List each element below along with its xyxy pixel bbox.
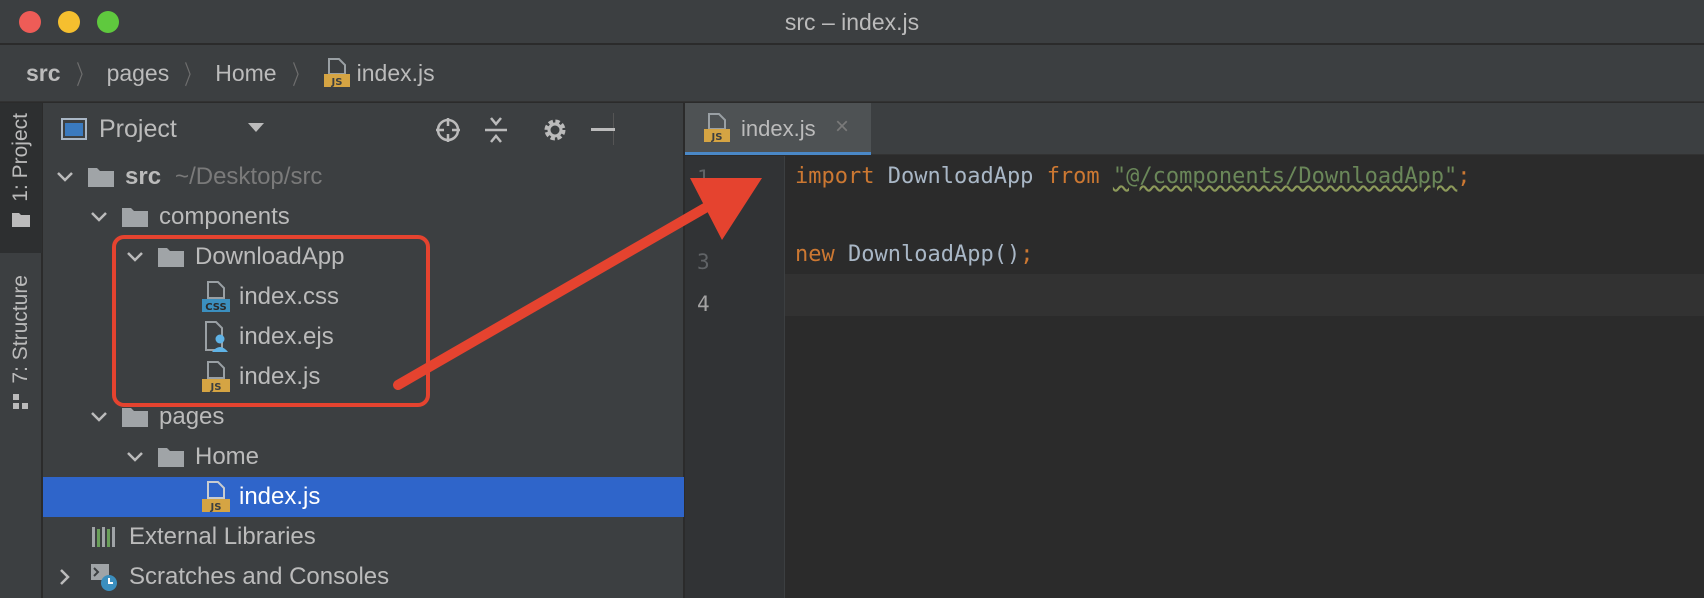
breadcrumb: src 〉 pages 〉 Home 〉 JS index.js bbox=[0, 45, 1704, 102]
breadcrumb-separator: 〉 bbox=[75, 59, 92, 90]
js-file-icon: JS bbox=[704, 113, 730, 143]
string-literal: "@/components/DownloadApp" bbox=[1112, 164, 1458, 189]
collapse-all-button[interactable] bbox=[481, 115, 511, 145]
chevron-right-icon[interactable] bbox=[55, 567, 75, 587]
tree-item-label: src bbox=[125, 163, 162, 190]
line-number: 1 bbox=[697, 166, 710, 190]
chevron-down-icon[interactable] bbox=[125, 447, 145, 467]
libraries-icon bbox=[92, 527, 115, 547]
tree-item-label: External Libraries bbox=[129, 523, 316, 550]
close-icon[interactable]: × bbox=[835, 113, 849, 141]
semicolon: ; bbox=[1020, 242, 1034, 267]
left-tool-strip: 1: Project 7: Structure bbox=[0, 103, 42, 598]
current-line bbox=[785, 274, 1704, 316]
chevron-down-icon[interactable] bbox=[89, 207, 109, 227]
tree-item-external-libraries[interactable]: External Libraries bbox=[43, 517, 684, 557]
identifier: DownloadApp bbox=[848, 242, 994, 267]
annotation-highlight-box bbox=[112, 235, 430, 407]
project-panel-header: Project bbox=[43, 103, 684, 155]
tree-item-src[interactable]: src ~/Desktop/src bbox=[43, 157, 684, 197]
line-number-gutter: 1 3 4 bbox=[685, 156, 785, 598]
keyword: new bbox=[795, 242, 835, 267]
folder-icon bbox=[12, 212, 30, 227]
project-tool-tab[interactable]: 1: Project bbox=[0, 103, 42, 253]
tree-item-label: index.js bbox=[239, 483, 321, 510]
breadcrumb-separator: 〉 bbox=[184, 59, 201, 90]
editor-tab-label: index.js bbox=[741, 116, 816, 141]
tree-item-path-hint: ~/Desktop/src bbox=[175, 163, 323, 190]
editor-tab-index-js[interactable]: JS index.js × bbox=[685, 103, 871, 155]
gear-icon bbox=[544, 119, 566, 141]
svg-text:JS: JS bbox=[330, 77, 342, 88]
breadcrumb-separator: 〉 bbox=[291, 59, 308, 90]
breadcrumb-file-label: index.js bbox=[356, 59, 435, 86]
hide-panel-button[interactable] bbox=[588, 115, 618, 145]
folder-icon bbox=[122, 208, 148, 227]
window-title: src – index.js bbox=[784, 9, 920, 35]
line-number: 3 bbox=[697, 250, 710, 274]
breadcrumb-item-home[interactable]: Home bbox=[215, 60, 276, 87]
keyword: import bbox=[795, 164, 875, 189]
tree-item-label: components bbox=[159, 203, 290, 230]
scratches-icon bbox=[91, 564, 117, 591]
tree-item-scratches[interactable]: Scratches and Consoles bbox=[43, 557, 684, 597]
editor: JS index.js × 1 3 4 import DownloadApp f… bbox=[685, 103, 1704, 598]
svg-text:JS: JS bbox=[210, 502, 222, 513]
identifier: DownloadApp bbox=[887, 164, 1034, 189]
chevron-down-icon[interactable] bbox=[247, 122, 265, 134]
structure-tool-tab-label: 7: Structure bbox=[9, 275, 32, 384]
structure-icon bbox=[13, 393, 28, 409]
chevron-down-icon[interactable] bbox=[55, 167, 75, 187]
structure-tool-tab[interactable]: 7: Structure bbox=[0, 271, 42, 431]
project-panel-title[interactable]: Project bbox=[99, 115, 177, 144]
semicolon: ; bbox=[1457, 164, 1471, 189]
collapse-all-icon bbox=[485, 117, 507, 143]
tree-item-home[interactable]: Home bbox=[43, 437, 684, 477]
line-number: 4 bbox=[697, 292, 710, 316]
tree-item-label: Home bbox=[195, 443, 260, 470]
keyword: from bbox=[1046, 164, 1100, 189]
code-line: new DownloadApp(); bbox=[785, 234, 1704, 276]
folder-icon bbox=[158, 448, 184, 467]
title-bar: src – index.js bbox=[0, 0, 1704, 44]
tree-item-components[interactable]: components bbox=[43, 197, 684, 237]
tree-item-label: Scratches and Consoles bbox=[129, 563, 390, 590]
svg-text:JS: JS bbox=[711, 132, 723, 143]
project-tool-tab-label: 1: Project bbox=[9, 113, 32, 202]
code-area[interactable]: import DownloadApp from "@/components/Do… bbox=[785, 156, 1704, 598]
code-line: import DownloadApp from "@/components/Do… bbox=[785, 156, 1704, 198]
breadcrumb-item-file[interactable]: JS index.js bbox=[323, 58, 435, 88]
parentheses: () bbox=[993, 242, 1021, 267]
tree-item-label: pages bbox=[159, 403, 225, 430]
js-file-icon: JS bbox=[202, 481, 230, 513]
locate-file-button[interactable] bbox=[433, 115, 463, 145]
minimize-icon bbox=[591, 128, 615, 131]
folder-icon bbox=[122, 408, 148, 427]
settings-button[interactable] bbox=[540, 115, 570, 145]
js-file-icon: JS bbox=[323, 58, 350, 88]
crosshair-icon bbox=[436, 118, 460, 142]
project-window-icon bbox=[61, 118, 87, 140]
folder-icon bbox=[88, 168, 114, 187]
chevron-down-icon[interactable] bbox=[89, 407, 109, 427]
breadcrumb-item-src[interactable]: src bbox=[26, 60, 61, 87]
tree-item-home-index-js[interactable]: JS index.js bbox=[43, 477, 684, 517]
editor-tab-bar: JS index.js × bbox=[685, 103, 1704, 155]
breadcrumb-item-pages[interactable]: pages bbox=[107, 60, 170, 87]
